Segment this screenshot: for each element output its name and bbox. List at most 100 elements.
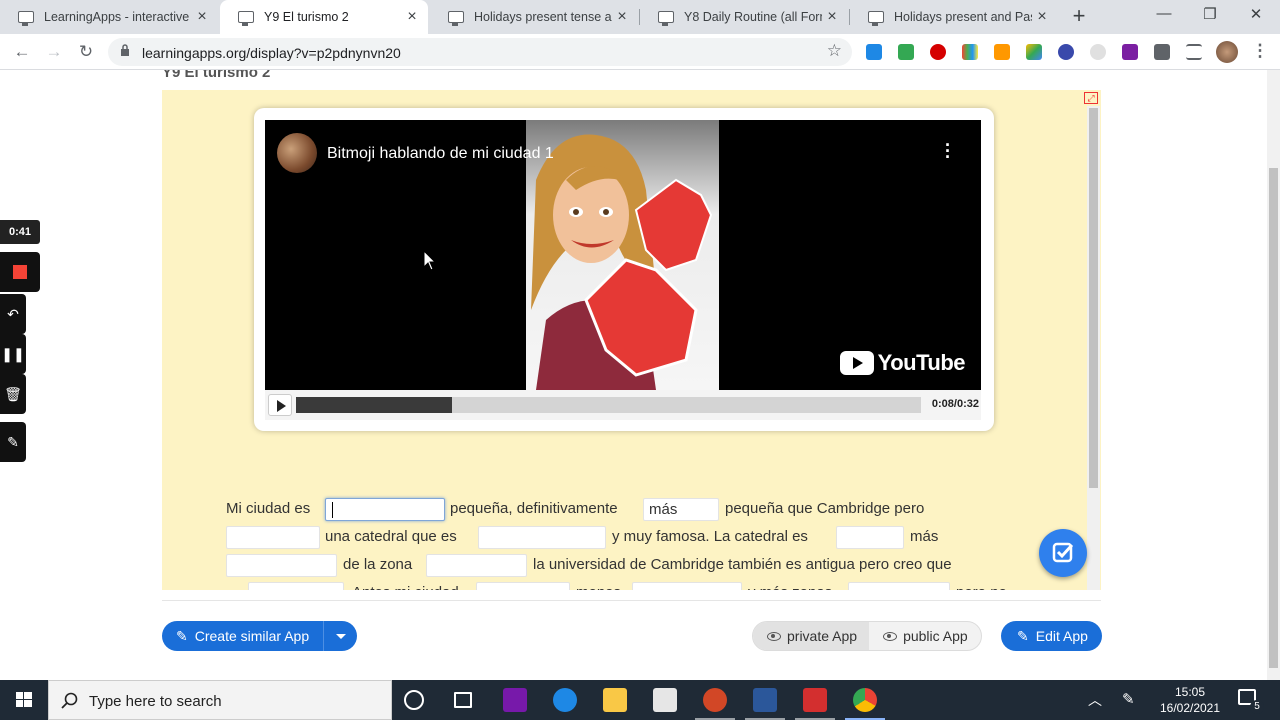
more-menu-icon[interactable]: ⋮ [1248, 40, 1272, 62]
reload-icon[interactable]: ↻ [74, 41, 98, 63]
video-progress-bar[interactable] [296, 397, 921, 413]
browser-toolbar: ← → ↻ learningapps.org/display?v=p2pdnyn… [0, 34, 1280, 70]
extension-icon[interactable] [1058, 44, 1074, 60]
tab-title: Y8 Daily Routine (all Forms) [684, 10, 822, 24]
powerpoint-icon[interactable] [703, 688, 727, 712]
fullscreen-icon[interactable]: ⤢ [1084, 92, 1098, 104]
extension-icon[interactable] [962, 44, 978, 60]
tab-y8-daily-routine[interactable]: Y8 Daily Routine (all Forms) × [640, 0, 848, 34]
close-icon[interactable]: × [1032, 8, 1052, 26]
start-button[interactable] [0, 680, 48, 720]
tab-holidays-past[interactable]: Holidays present and Past tense × [850, 0, 1058, 34]
dropdown-caret-icon[interactable] [323, 621, 357, 651]
exercise-line: una catedral que es y muy famosa. La cat… [226, 523, 1026, 551]
app-scrollbar[interactable] [1087, 106, 1100, 590]
profile-avatar[interactable] [1216, 41, 1238, 63]
youtube-play-icon [839, 351, 874, 375]
answer-field[interactable] [248, 582, 344, 590]
create-label: Create similar App [194, 628, 310, 644]
word-icon[interactable] [753, 688, 777, 712]
chrome-icon[interactable] [853, 688, 877, 712]
undo-icon[interactable]: ↶ [0, 294, 26, 334]
system-clock[interactable]: 15:05 16/02/2021 [1150, 684, 1230, 716]
exercise-text: pequeña que Cambridge pero [725, 500, 925, 517]
chevron-up-icon[interactable]: ︿ [1088, 690, 1102, 710]
check-answers-button[interactable] [1039, 529, 1087, 577]
exercise-line: Antes mi ciudad menos y más zonas pero n… [226, 579, 1026, 590]
create-similar-app-button[interactable]: ✎ Create similar App [162, 621, 357, 651]
youtube-wordmark: YouTube [877, 350, 966, 375]
channel-avatar[interactable] [277, 133, 317, 173]
pen-icon[interactable]: ✎ [0, 422, 26, 462]
pause-icon[interactable]: ❚❚ [0, 334, 26, 374]
private-app-button[interactable]: private App [753, 622, 870, 650]
tab-holidays-present[interactable]: Holidays present tense and × [430, 0, 638, 34]
tab-y9-el-turismo[interactable]: Y9 El turismo 2 × [220, 0, 428, 34]
onenote-icon[interactable] [503, 688, 527, 712]
tab-title: Holidays present and Past tense [894, 10, 1032, 24]
close-icon[interactable]: × [402, 8, 422, 26]
task-view-icon[interactable] [454, 692, 472, 708]
close-icon[interactable]: × [822, 8, 842, 26]
google-drive-icon[interactable] [1026, 44, 1042, 60]
window-close-icon[interactable]: ✕ [1234, 5, 1278, 23]
exercise-line: Mi ciudad es pequeña, definitivamente má… [226, 495, 1026, 523]
trash-icon[interactable]: 🗑 [0, 374, 26, 414]
forward-arrow-icon[interactable]: → [42, 41, 66, 63]
answer-field[interactable] [325, 498, 445, 521]
edit-app-button[interactable]: ✎ Edit App [1001, 621, 1102, 651]
visibility-toggle: private App public App [752, 621, 982, 651]
address-bar[interactable]: learningapps.org/display?v=p2pdnynvn20 ☆ [108, 38, 852, 66]
acrobat-icon[interactable] [803, 688, 827, 712]
store-icon[interactable] [653, 688, 677, 712]
new-tab-button[interactable]: + [1068, 4, 1090, 28]
play-icon[interactable] [268, 394, 292, 416]
extension-icon[interactable] [1090, 44, 1106, 60]
learningapps-favicon-icon [868, 11, 884, 26]
extension-icon[interactable] [866, 44, 882, 60]
reading-list-icon[interactable] [1186, 44, 1202, 60]
answer-field[interactable] [226, 554, 337, 577]
edge-icon[interactable] [553, 688, 577, 712]
answer-field[interactable] [848, 582, 950, 590]
bookmark-star-icon[interactable]: ☆ [827, 41, 842, 61]
answer-field[interactable] [836, 526, 904, 549]
extension-icon[interactable] [994, 44, 1010, 60]
video-title[interactable]: Bitmoji hablando de mi ciudad 1 [327, 145, 554, 163]
youtube-logo[interactable]: YouTube [839, 350, 966, 376]
search-placeholder: Type here to search [89, 693, 222, 710]
public-label: public App [903, 628, 968, 644]
answer-field[interactable] [476, 582, 570, 590]
exercise-text: pequeña, definitivamente [450, 500, 618, 517]
clock-time: 15:05 [1174, 685, 1206, 699]
exercise-text: la universidad de Cambridge también es a… [533, 556, 952, 573]
answer-field[interactable] [426, 554, 527, 577]
onenote-extension-icon[interactable] [1122, 44, 1138, 60]
tab-learningapps[interactable]: LearningApps - interactive and multimedi… [0, 0, 218, 34]
close-icon[interactable]: × [612, 8, 632, 26]
file-explorer-icon[interactable] [603, 688, 627, 712]
stop-recording-button[interactable] [0, 252, 40, 292]
taskbar-search[interactable]: Type here to search [48, 680, 392, 720]
lock-icon[interactable] [120, 44, 130, 56]
puzzle-icon[interactable] [1154, 44, 1170, 60]
answer-field[interactable]: más [643, 498, 719, 521]
extension-icon[interactable] [930, 44, 946, 60]
close-icon[interactable]: × [192, 8, 212, 26]
extension-icon[interactable] [898, 44, 914, 60]
video-player[interactable]: Bitmoji hablando de mi ciudad 1 · · · YouT… [265, 120, 981, 390]
answer-field[interactable] [478, 526, 606, 549]
restore-icon[interactable]: ❐ [1188, 5, 1232, 23]
video-controls: 0:08/0:32 [265, 390, 981, 420]
video-progress-fill [296, 397, 453, 413]
answer-field[interactable] [226, 526, 320, 549]
cortana-icon[interactable] [404, 690, 424, 710]
search-icon [61, 692, 78, 709]
page-scrollbar[interactable] [1267, 70, 1280, 680]
video-more-icon[interactable]: · · · [945, 136, 951, 166]
pen-workspace-icon[interactable]: ✎ [1122, 690, 1135, 708]
answer-field[interactable] [632, 582, 742, 590]
minimize-icon[interactable]: — [1142, 5, 1186, 22]
back-arrow-icon[interactable]: ← [10, 41, 34, 63]
public-app-button[interactable]: public App [869, 622, 980, 650]
